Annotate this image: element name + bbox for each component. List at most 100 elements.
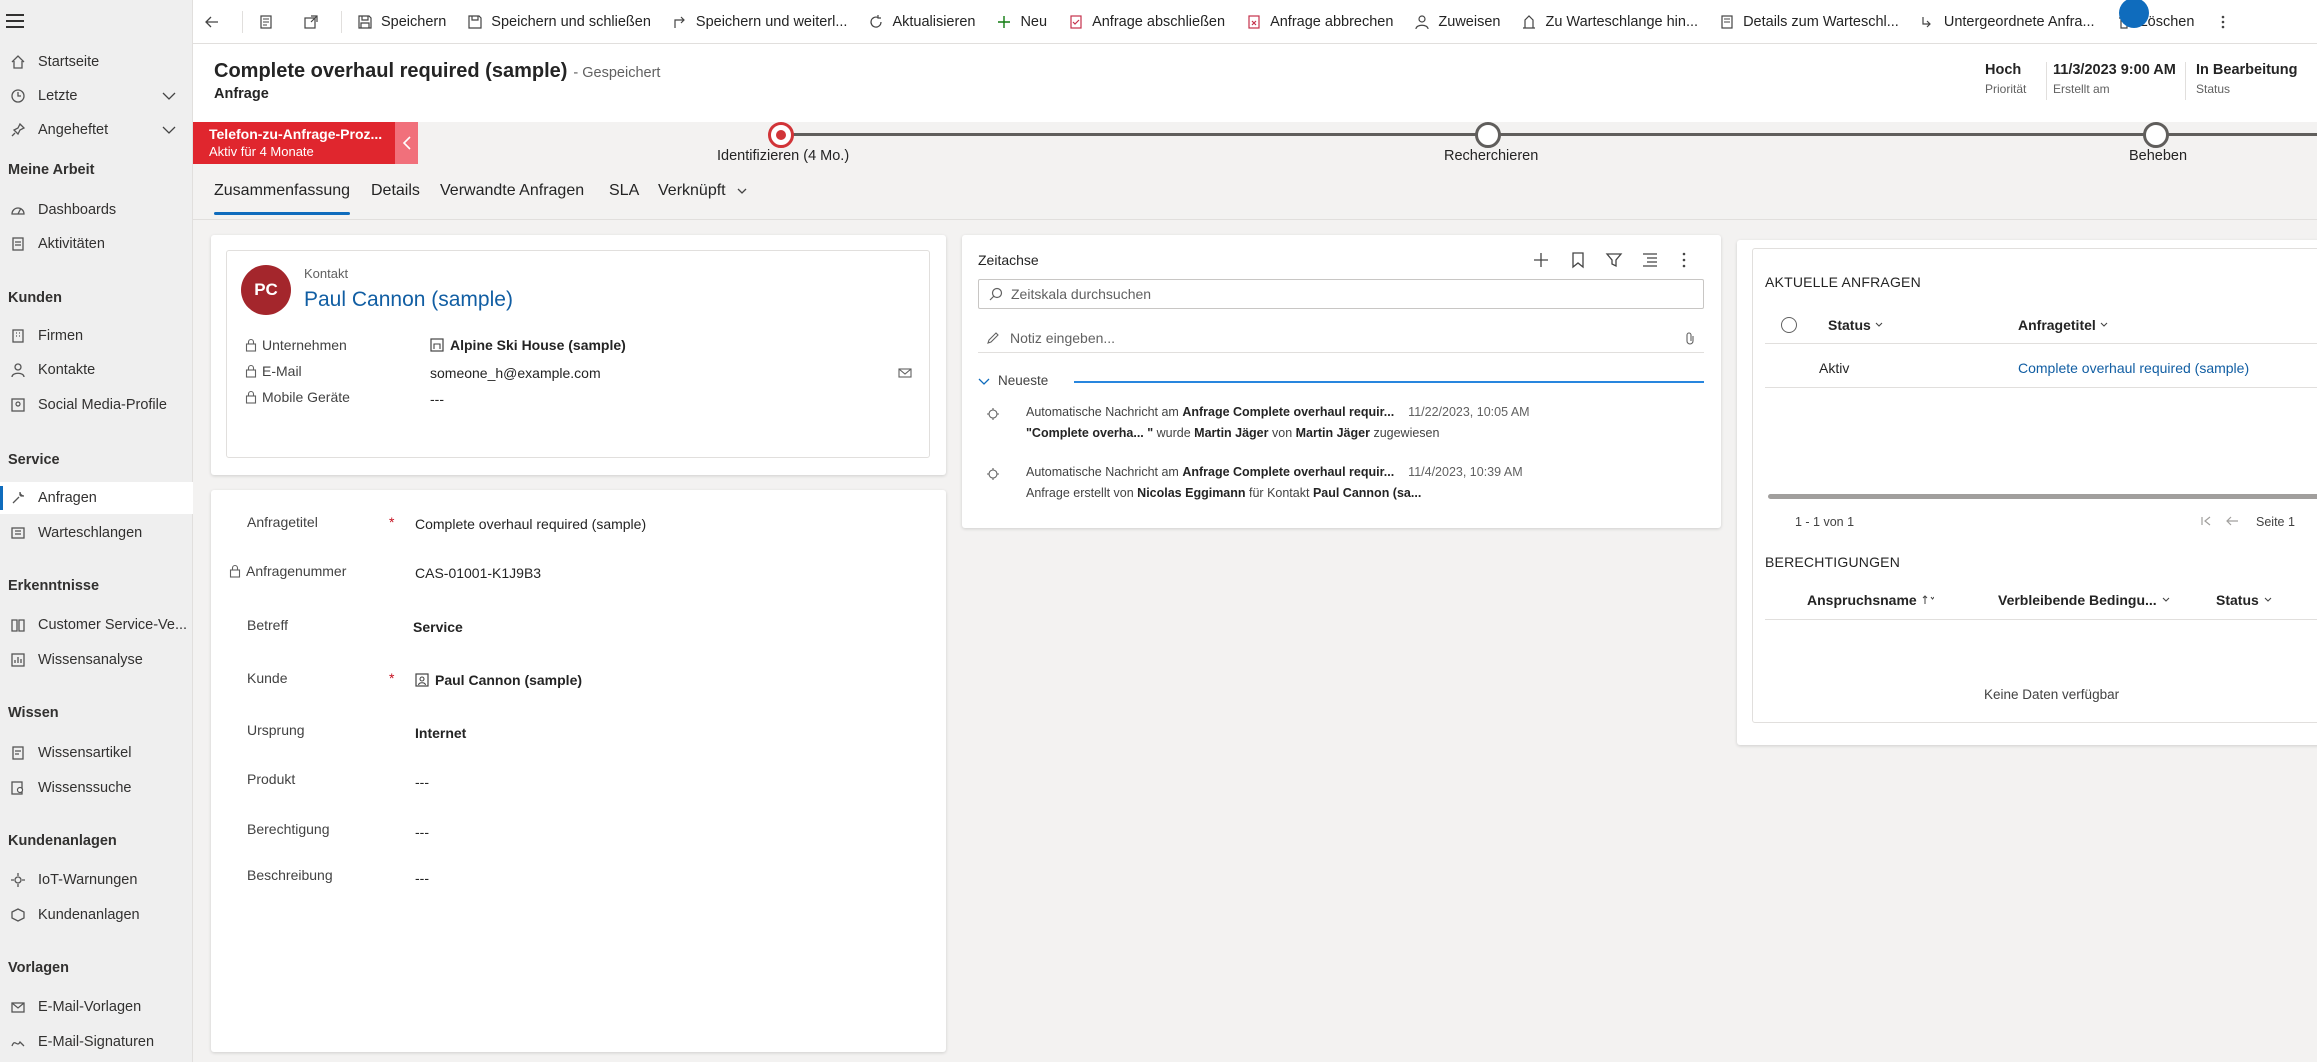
bookmark-icon[interactable]	[1569, 251, 1587, 269]
child-case-button[interactable]: Untergeordnete Anfra...	[1909, 0, 2105, 44]
nav-item-aktivitaeten[interactable]: Aktivitäten	[0, 228, 193, 260]
open-new-window-button[interactable]	[292, 0, 337, 44]
timeline-newest-group[interactable]: Neueste	[978, 373, 1048, 388]
company-value-row[interactable]: Alpine Ski House (sample)	[430, 337, 626, 353]
tab-details[interactable]: Details	[371, 182, 420, 200]
company-label-row: Unternehmen	[245, 337, 347, 353]
save-continue-button[interactable]: Speichern und weiterl...	[661, 0, 858, 44]
chevron-down-icon	[2162, 596, 2170, 604]
header-status[interactable]: In Bearbeitung Status	[2196, 62, 2298, 96]
more-commands-button[interactable]	[2204, 0, 2249, 44]
timeline-note-input[interactable]: Notiz eingeben...	[978, 323, 1704, 353]
nav-item-label: Warteschlangen	[38, 525, 143, 541]
nav-item-kontakte[interactable]: Kontakte	[0, 354, 193, 386]
more-vertical-icon[interactable]	[1675, 251, 1693, 269]
add-to-queue-button[interactable]: Zu Warteschlange hin...	[1510, 0, 1708, 44]
timeline-search-input[interactable]: Zeitskala durchsuchen	[978, 279, 1704, 309]
field-value-beschreibung[interactable]: ---	[415, 870, 429, 886]
entry-user: Martin Jäger	[1295, 426, 1370, 440]
analytics-icon	[8, 650, 28, 670]
lock-icon	[245, 338, 257, 352]
stage-identify-node[interactable]	[768, 122, 794, 148]
nav-item-email-signaturen[interactable]: E-Mail-Signaturen	[0, 1026, 193, 1058]
process-flag[interactable]: Telefon-zu-Anfrage-Proz... Aktiv für 4 M…	[193, 122, 418, 164]
nav-item-wissensartikel[interactable]: Wissensartikel	[0, 737, 193, 769]
field-value-berechtigung[interactable]: ---	[415, 824, 429, 840]
building-icon	[8, 326, 28, 346]
cursor-indicator	[2118, 0, 2149, 28]
add-activity-icon[interactable]	[1532, 251, 1550, 269]
column-header-remaining-terms[interactable]: Verbleibende Bedingu...	[1998, 592, 2170, 608]
stage-research-node[interactable]	[1475, 122, 1501, 148]
nav-item-customer-service[interactable]: Customer Service-Ve...	[0, 609, 193, 641]
search-doc-icon	[8, 778, 28, 798]
timeline-entry-1-line1[interactable]: Automatische Nachricht am Anfrage Comple…	[1026, 405, 1530, 419]
nav-item-warteschlangen[interactable]: Warteschlangen	[0, 517, 193, 549]
column-header-entitlement-status[interactable]: Status	[2216, 592, 2272, 608]
nav-item-social-media-profile[interactable]: Social Media-Profile	[0, 389, 193, 421]
horizontal-scrollbar[interactable]	[1768, 494, 2317, 499]
nav-item-label: Dashboards	[38, 202, 117, 218]
save-close-button[interactable]: Speichern und schließen	[456, 0, 661, 44]
previous-page-icon[interactable]	[2225, 515, 2239, 527]
field-value-row-kunde[interactable]: Paul Cannon (sample)	[415, 672, 582, 688]
entry-user: Martin Jäger	[1194, 426, 1269, 440]
assign-button[interactable]: Zuweisen	[1403, 0, 1510, 44]
save-label: Speichern	[381, 13, 447, 30]
nav-item-anfragen[interactable]: Anfragen	[0, 482, 193, 514]
tab-verwandte-anfragen[interactable]: Verwandte Anfragen	[440, 182, 584, 200]
entry-contact: Paul Cannon (sa...	[1312, 486, 1422, 500]
attachment-icon[interactable]	[1684, 331, 1696, 345]
refresh-button[interactable]: Aktualisieren	[857, 0, 985, 44]
timeline-search-placeholder: Zeitskala durchsuchen	[1011, 286, 1152, 302]
row-case-title-link[interactable]: Complete overhaul required (sample)	[2018, 360, 2249, 376]
nav-item-iot-warnungen[interactable]: IoT-Warnungen	[0, 864, 193, 896]
header-priority[interactable]: Hoch Priorität	[1985, 62, 2026, 96]
mobile-value[interactable]: ---	[430, 391, 444, 407]
send-email-icon[interactable]	[898, 366, 912, 380]
cancel-case-button[interactable]: Anfrage abbrechen	[1235, 0, 1403, 44]
tab-sla[interactable]: SLA	[609, 182, 639, 200]
nav-item-kundenanlagen[interactable]: Kundenanlagen	[0, 899, 193, 931]
hamburger-menu-icon[interactable]	[6, 14, 26, 30]
tab-verknuepft[interactable]: Verknüpft	[658, 182, 748, 200]
nav-item-wissenssuche[interactable]: Wissenssuche	[0, 772, 193, 804]
select-all-checkbox[interactable]	[1781, 317, 1797, 333]
email-value[interactable]: someone_h@example.com	[430, 365, 601, 381]
column-header-entitlement-name[interactable]: Anspruchsname	[1807, 592, 1934, 608]
nav-item-email-vorlagen[interactable]: E-Mail-Vorlagen	[0, 991, 193, 1023]
process-collapse-button[interactable]	[395, 122, 418, 164]
column-header-title[interactable]: Anfragetitel	[2018, 317, 2108, 333]
save-button[interactable]: Speichern	[346, 0, 456, 44]
nav-item-firmen[interactable]: Firmen	[0, 320, 193, 352]
filter-icon[interactable]	[1605, 251, 1623, 269]
tab-zusammenfassung[interactable]: Zusammenfassung	[214, 182, 351, 215]
chevron-down-icon[interactable]	[161, 88, 177, 104]
nav-item-wissensanalyse[interactable]: Wissensanalyse	[0, 644, 193, 676]
nav-item-angeheftet[interactable]: Angeheftet	[0, 114, 193, 146]
back-button[interactable]	[193, 0, 238, 44]
nav-item-startseite[interactable]: Startseite	[0, 46, 193, 78]
nav-group-wissen: Wissen	[8, 705, 59, 721]
form-view-button[interactable]	[247, 0, 292, 44]
nav-item-letzte[interactable]: Letzte	[0, 80, 193, 112]
entry-text: Anfrage erstellt von	[1026, 486, 1138, 500]
field-value-betreff[interactable]: Service	[413, 619, 463, 635]
field-value-produkt[interactable]: ---	[415, 774, 429, 790]
column-header-status[interactable]: Status	[1828, 317, 1883, 333]
stage-resolve-node[interactable]	[2143, 122, 2169, 148]
first-page-icon[interactable]	[2200, 515, 2212, 527]
nav-item-label: Angeheftet	[38, 122, 109, 138]
field-value-ursprung[interactable]: Internet	[415, 725, 466, 741]
new-button[interactable]: Neu	[985, 0, 1057, 44]
queue-details-button[interactable]: Details zum Warteschl...	[1708, 0, 1909, 44]
field-value-anfragetitel[interactable]: Complete overhaul required (sample)	[415, 516, 646, 532]
nav-item-dashboards[interactable]: Dashboards	[0, 194, 193, 226]
column-header-label: Verbleibende Bedingu...	[1998, 592, 2157, 608]
delete-button[interactable]: Löschen	[2105, 0, 2205, 44]
resolve-case-button[interactable]: Anfrage abschließen	[1057, 0, 1235, 44]
contact-name-link[interactable]: Paul Cannon (sample)	[304, 288, 513, 312]
chevron-down-icon[interactable]	[161, 122, 177, 138]
list-view-icon[interactable]	[1641, 251, 1659, 269]
timeline-entry-2-line1[interactable]: Automatische Nachricht am Anfrage Comple…	[1026, 465, 1523, 479]
